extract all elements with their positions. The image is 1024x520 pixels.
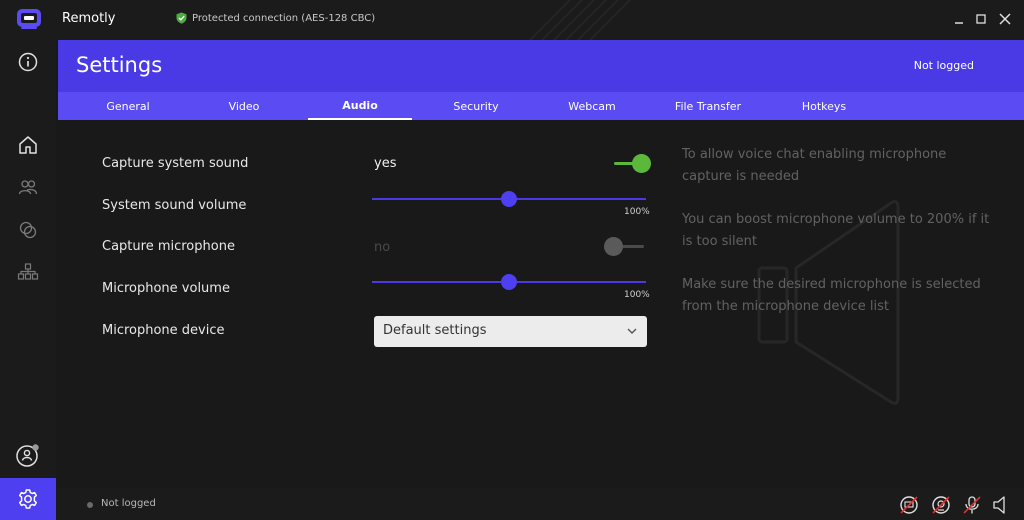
- tab-hotkeys[interactable]: Hotkeys: [772, 92, 876, 120]
- status-bar: Not logged: [58, 488, 1024, 520]
- status-text: Not logged: [101, 498, 156, 509]
- microphone-device-value: Default settings: [383, 323, 487, 338]
- tab-security[interactable]: Security: [424, 92, 528, 120]
- page-title: Settings: [76, 53, 163, 77]
- tab-file-transfer[interactable]: File Transfer: [656, 92, 760, 120]
- tab-video[interactable]: Video: [192, 92, 296, 120]
- info-text-boost: You can boost microphone volume to 200% …: [682, 212, 990, 249]
- capture-system-sound-value: yes: [374, 156, 397, 171]
- tab-audio[interactable]: Audio: [308, 92, 412, 120]
- info-text-voice-chat: To allow voice chat enabling microphone …: [682, 147, 947, 184]
- sidebar-item-network[interactable]: [0, 252, 56, 292]
- app-title: Remotly: [62, 11, 116, 26]
- sidebar-item-info[interactable]: [0, 42, 56, 82]
- system-sound-volume-slider[interactable]: [372, 188, 646, 210]
- home-icon: [19, 136, 37, 154]
- settings-tabs: General Video Audio Security Webcam File…: [58, 92, 1024, 120]
- microphone-volume-label: Microphone volume: [102, 281, 230, 296]
- login-status: Not logged: [913, 59, 974, 72]
- sidebar-item-account[interactable]: [0, 435, 56, 475]
- minimize-icon: [955, 22, 963, 24]
- shield-check-icon: [176, 12, 187, 24]
- system-sound-volume-thumb[interactable]: [501, 191, 517, 207]
- title-bar: Remotly Protected connection (AES-128 CB…: [0, 0, 1024, 40]
- minimize-button[interactable]: [948, 8, 970, 30]
- sidebar: [0, 40, 56, 520]
- capture-system-sound-toggle[interactable]: [614, 153, 654, 175]
- capture-system-sound-label: Capture system sound: [102, 156, 249, 171]
- microphone-device-label: Microphone device: [102, 323, 225, 338]
- connection-status-text: Protected connection (AES-128 CBC): [192, 12, 376, 24]
- status-indicator: [87, 502, 93, 508]
- microphone-volume-slider[interactable]: [372, 271, 646, 293]
- speaker-icon[interactable]: [991, 494, 1013, 516]
- system-sound-volume-label: System sound volume: [102, 198, 247, 213]
- settings-header: Settings Not logged: [58, 40, 1024, 92]
- tab-general[interactable]: General: [76, 92, 180, 120]
- users-icon: [18, 180, 38, 195]
- capture-microphone-value: no: [374, 240, 391, 255]
- audio-settings-panel: Capture system sound yes System sound vo…: [58, 120, 1024, 488]
- info-icon: [18, 52, 38, 72]
- user-circle-icon: [16, 444, 39, 467]
- close-button[interactable]: [994, 8, 1016, 30]
- overlap-circles-icon: [19, 221, 37, 239]
- capture-microphone-toggle[interactable]: [604, 236, 644, 258]
- webcam-off-icon[interactable]: [930, 494, 952, 516]
- gear-icon: [18, 489, 38, 509]
- info-text-device: Make sure the desired microphone is sele…: [682, 277, 981, 314]
- sidebar-item-home[interactable]: [0, 125, 56, 165]
- microphone-device-select[interactable]: Default settings: [374, 316, 647, 347]
- screen-off-icon[interactable]: [898, 494, 920, 516]
- sidebar-item-contacts[interactable]: [0, 167, 56, 207]
- chevron-down-icon: [627, 328, 637, 334]
- microphone-off-icon[interactable]: [961, 494, 983, 516]
- tab-webcam[interactable]: Webcam: [540, 92, 644, 120]
- capture-microphone-label: Capture microphone: [102, 239, 235, 254]
- maximize-button[interactable]: [970, 8, 992, 30]
- sidebar-item-settings[interactable]: [0, 478, 56, 520]
- network-icon: [17, 263, 39, 280]
- connection-status: Protected connection (AES-128 CBC): [176, 12, 375, 24]
- close-icon: [999, 13, 1011, 25]
- maximize-icon: [976, 14, 986, 24]
- app-logo: [17, 9, 41, 29]
- microphone-volume-percent: 100%: [624, 290, 650, 300]
- title-decoration: [529, 0, 631, 40]
- sidebar-item-sessions[interactable]: [0, 210, 56, 250]
- system-sound-volume-percent: 100%: [624, 207, 650, 217]
- microphone-volume-thumb[interactable]: [501, 274, 517, 290]
